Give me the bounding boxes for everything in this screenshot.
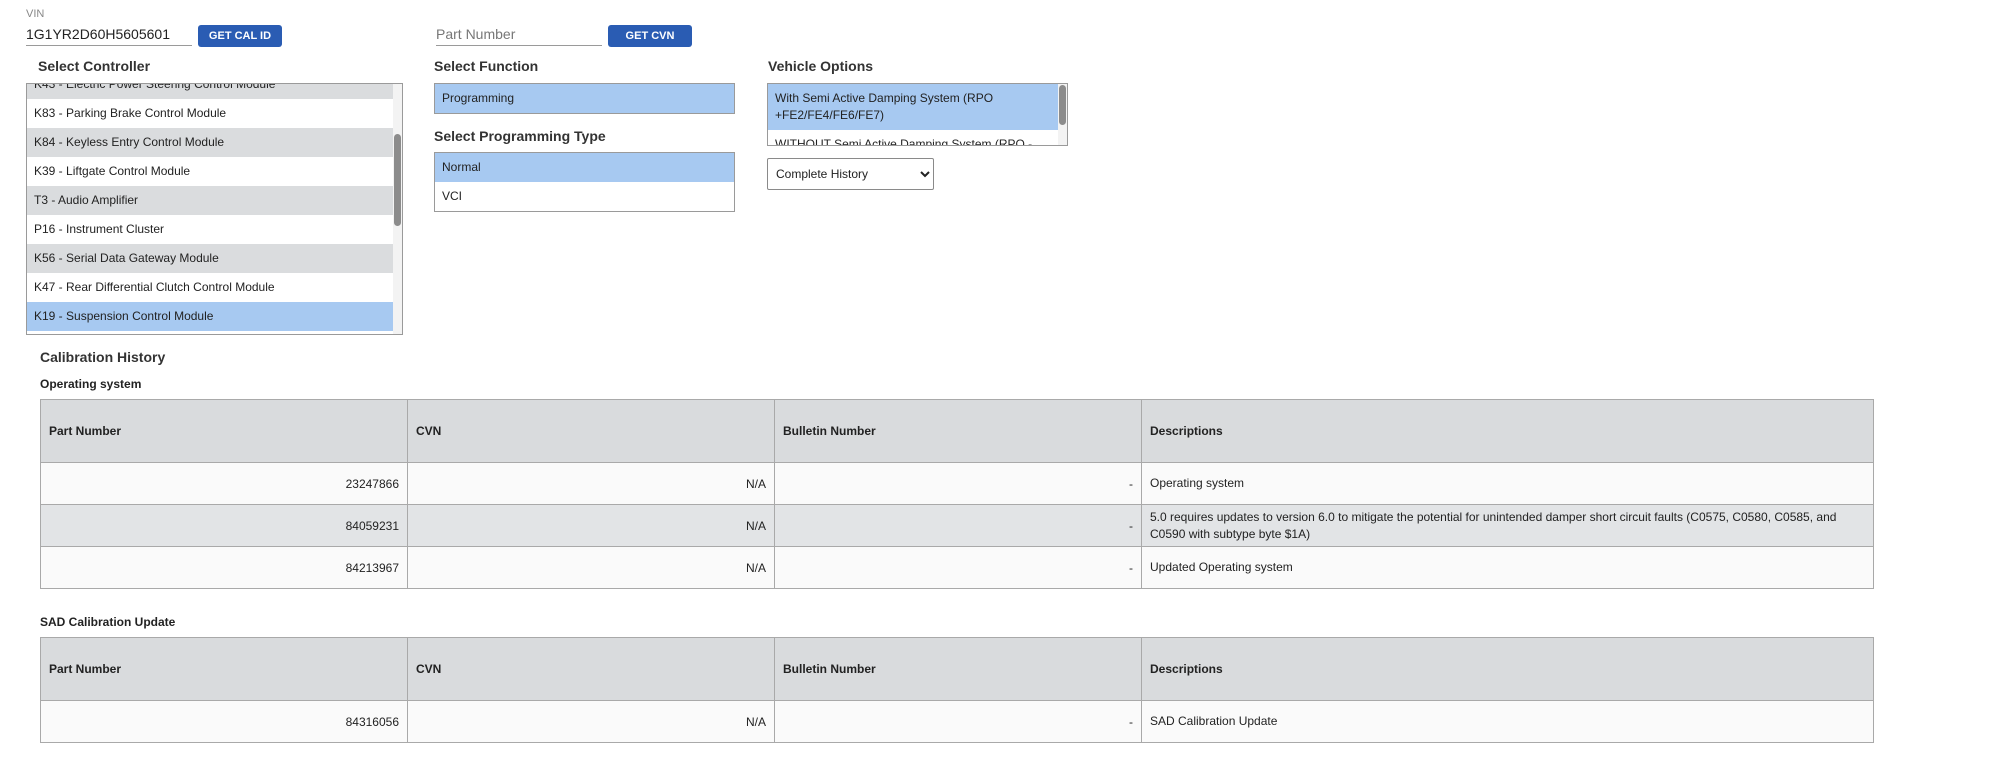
cell-bulletin-number: - <box>774 700 1142 743</box>
programming-type-listbox[interactable]: Normal VCI <box>434 152 735 212</box>
cell-part-number: 84316056 <box>40 700 408 743</box>
list-item[interactable]: VCI <box>435 182 734 211</box>
list-item[interactable]: WITHOUT Semi Active Damping System (RPO … <box>768 130 1058 145</box>
table-row: 84059231 N/A -5.0 requires updates to vers… <box>40 504 1874 547</box>
list-item[interactable]: K83 - Parking Brake Control Module <box>27 99 393 128</box>
controller-scrollbar-thumb[interactable] <box>394 134 401 226</box>
table-header-row: Part Number CVN Bulletin Number Descript… <box>40 637 1874 701</box>
col-part-number: Part Number <box>40 637 408 701</box>
cell-cvn: N/A <box>407 546 775 589</box>
controller-options: K43 - Electric Power Steering Control Mo… <box>27 84 393 331</box>
cell-description: Operating system <box>1141 462 1874 505</box>
list-item[interactable]: Programming <box>435 84 734 113</box>
list-item[interactable]: With Semi Active Damping System (RPO +FE… <box>768 84 1058 130</box>
get-cvn-button[interactable]: GET CVN <box>608 25 692 47</box>
operating-system-table: Part Number CVN Bulletin Number Descript… <box>40 399 1874 589</box>
select-programming-type-title: Select Programming Type <box>434 128 606 144</box>
vin-label: VIN <box>26 8 45 20</box>
sad-calibration-table: Part Number CVN Bulletin Number Descript… <box>40 637 1874 743</box>
table-row: 84213967 N/A - Updated Operating system <box>40 546 1874 589</box>
vehicle-options-listbox[interactable]: With Semi Active Damping System (RPO +FE… <box>767 83 1068 146</box>
cell-cvn: N/A <box>407 504 775 547</box>
part-number-input[interactable] <box>436 26 602 46</box>
cell-part-number: 23247866 <box>40 462 408 505</box>
operating-system-table-body: 23247866 N/A - Operating system 84059231 N/A -… <box>40 462 1874 589</box>
cell-part-number: 84059231 <box>40 504 408 547</box>
function-listbox[interactable]: Programming <box>434 83 735 114</box>
list-item[interactable]: K84 - Keyless Entry Control Module <box>27 128 393 157</box>
controller-listbox[interactable]: K43 - Electric Power Steering Control Mo… <box>26 83 403 335</box>
cell-bulletin-number: - <box>774 504 1142 547</box>
table-header-row: Part Number CVN Bulletin Number Descript… <box>40 399 1874 463</box>
list-item[interactable]: T3 - Audio Amplifier <box>27 186 393 215</box>
cell-description: SAD Calibration Update <box>1141 700 1874 743</box>
vehicle-options-list: With Semi Active Damping System (RPO +FE… <box>768 84 1058 145</box>
get-cal-id-button[interactable]: GET CAL ID <box>198 25 282 47</box>
list-item[interactable]: K56 - Serial Data Gateway Module <box>27 244 393 273</box>
list-item[interactable]: K19 - Suspension Control Module <box>27 302 393 331</box>
sad-calibration-title: SAD Calibration Update <box>40 615 176 629</box>
select-function-title: Select Function <box>434 58 539 74</box>
list-item[interactable]: K47 - Rear Differential Clutch Control M… <box>27 273 393 302</box>
history-select[interactable]: Complete History <box>767 158 934 190</box>
list-item[interactable]: K43 - Electric Power Steering Control Mo… <box>27 84 393 99</box>
vehicle-options-title: Vehicle Options <box>768 58 874 74</box>
vehicle-options-scrollbar[interactable] <box>1058 84 1067 145</box>
vehicle-options-scrollbar-thumb[interactable] <box>1059 85 1066 125</box>
col-bulletin-number: Bulletin Number <box>774 399 1142 463</box>
list-item[interactable]: K39 - Liftgate Control Module <box>27 157 393 186</box>
list-item[interactable]: Normal <box>435 153 734 182</box>
col-descriptions: Descriptions <box>1141 637 1874 701</box>
cell-bulletin-number: - <box>774 546 1142 589</box>
operating-system-title: Operating system <box>40 377 142 391</box>
cell-bulletin-number: - <box>774 462 1142 505</box>
select-controller-title: Select Controller <box>38 58 151 74</box>
col-part-number: Part Number <box>40 399 408 463</box>
col-cvn: CVN <box>407 399 775 463</box>
cell-description: 5.0 requires updates to version 6.0 to m… <box>1141 504 1874 547</box>
col-descriptions: Descriptions <box>1141 399 1874 463</box>
controller-scrollbar[interactable] <box>393 84 402 334</box>
table-row: 23247866 N/A - Operating system <box>40 462 1874 505</box>
table-row: 84316056 N/A - SAD Calibration Update <box>40 700 1874 743</box>
cell-part-number: 84213967 <box>40 546 408 589</box>
calibration-history-title: Calibration History <box>40 349 166 365</box>
col-bulletin-number: Bulletin Number <box>774 637 1142 701</box>
col-cvn: CVN <box>407 637 775 701</box>
cell-cvn: N/A <box>407 462 775 505</box>
sad-calibration-table-body: 84316056 N/A - SAD Calibration Update <box>40 700 1874 743</box>
cell-description: Updated Operating system <box>1141 546 1874 589</box>
list-item[interactable]: P16 - Instrument Cluster <box>27 215 393 244</box>
cell-cvn: N/A <box>407 700 775 743</box>
vin-input[interactable] <box>26 26 192 46</box>
